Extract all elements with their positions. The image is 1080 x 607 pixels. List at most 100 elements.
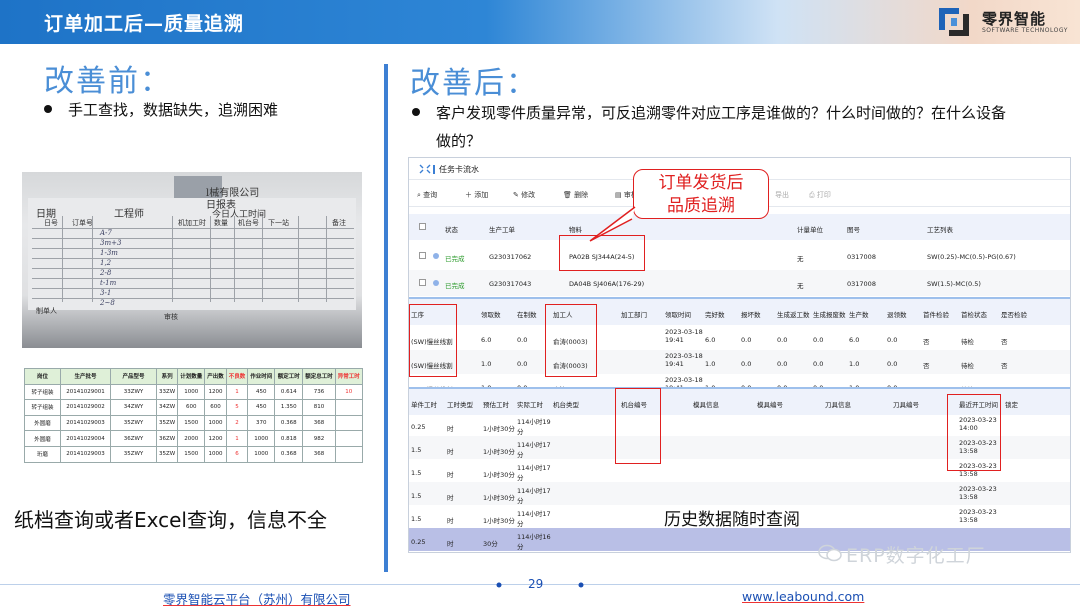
grid-cell: 6.0 <box>849 336 860 344</box>
highlight-box <box>409 304 457 377</box>
grid-cell: 0.0 <box>887 336 898 344</box>
excel-cell: 20141029003 <box>60 445 111 463</box>
grid-cell: 无 <box>797 282 804 290</box>
grid-cell: 0.0 <box>517 336 528 344</box>
photo-col-line <box>234 216 235 302</box>
print-button[interactable]: ⎙ 打印 <box>809 190 831 200</box>
excel-cell: 外圆磨 <box>24 414 61 432</box>
page-title: 订单加工后—质量追溯 <box>44 13 245 35</box>
footer-url[interactable]: www.leabound.com <box>742 589 864 604</box>
photo-col-line <box>262 216 263 302</box>
photo-col-line <box>210 216 211 302</box>
photo-reviewer: 审核 <box>164 313 178 321</box>
excel-cell: 34ZWY <box>110 399 157 416</box>
table-row[interactable]: (SW)慢丝线割1.00.0俞涛(0003)2023-03-18 19:411.… <box>409 350 1070 374</box>
paper-report-photo: l械有限公司 日报表 今日人工时间 日期 工程师 机加工时 数量 机台号 下一站… <box>22 172 362 348</box>
grid-cell: 领取数 <box>481 311 501 319</box>
table-row: 转子组装 20141029002 34ZWY 34ZW 600 600 5 450 1.350 8… <box>24 399 363 416</box>
excel-cell: 0.818 <box>274 430 304 447</box>
table-row[interactable]: 已完成 G230317043 DA04B SJ406A(176-29) 无 031700… <box>409 270 1070 296</box>
photo-col-line <box>172 216 173 302</box>
grid-cell: 锁定 <box>1005 401 1018 409</box>
excel-cell: 600 <box>204 399 227 416</box>
edit-button[interactable]: ✎ 修改 <box>513 190 535 200</box>
excel-header-cell: 产品型号 <box>110 368 157 385</box>
excel-cell: 810 <box>302 399 336 416</box>
before-heading: 改善前： <box>44 64 172 99</box>
table-row[interactable]: 已完成 G230317062 PA02B SJ344A(24-5) 无 0317008 S… <box>409 243 1070 269</box>
query-button[interactable]: ⌕ 查询 <box>417 190 437 200</box>
grid-cell: 0.0 <box>777 336 788 344</box>
row-checkbox[interactable] <box>419 252 426 259</box>
photo-handwriting: 2-8 <box>100 269 112 277</box>
grid-cell: 否 <box>1001 338 1008 346</box>
photo-col-remark: 备注 <box>332 219 346 227</box>
grid-cell: 0.0 <box>741 360 752 368</box>
grid-cell: 1.5 <box>411 515 422 523</box>
excel-cell: 外圆磨 <box>24 430 61 447</box>
excel-cell: 33ZW <box>155 383 179 401</box>
grid-cell: 机台类型 <box>553 401 579 409</box>
excel-cell: 34ZW <box>155 399 179 416</box>
header-bar: 订单加工后—质量追溯 零界智能 SOFTWARE TECHNOLOGY <box>0 0 1080 44</box>
status-dot-icon <box>433 253 439 259</box>
excel-cell: 35ZWY <box>110 414 157 432</box>
excel-cell: 0.368 <box>274 414 304 432</box>
excel-cell: 2000 <box>177 430 206 447</box>
grid-cell: SW(0.25)-MC(0.5)-PG(0.67) <box>927 253 1016 261</box>
expand-icon[interactable] <box>419 164 431 174</box>
grid-cell: 否 <box>923 362 930 370</box>
grid-cell: 无 <box>797 255 804 263</box>
grid-cell: 已完成 <box>445 255 465 263</box>
grid-cell: 114小时17分 <box>517 510 551 528</box>
table-row[interactable]: 1.5 时 1小时30分 114小时17分 2023-03-23 13:58 <box>409 482 1070 505</box>
grid-cell: 单件工时 <box>411 401 437 409</box>
row-checkbox[interactable] <box>419 279 426 286</box>
delete-button[interactable]: 🗑 删除 <box>563 190 588 200</box>
grid-cell: G230317062 <box>489 253 532 261</box>
grid-cell: 在制数 <box>517 311 537 319</box>
callout-pointer <box>589 206 636 242</box>
grid-cell: 114小时17分 <box>517 487 551 505</box>
excel-cell: 600 <box>177 399 206 416</box>
photo-row-line <box>32 228 354 229</box>
grid-cell: 2023-03-18 19:41 <box>665 328 703 344</box>
grid-cell: 1小时30分 <box>483 471 515 479</box>
excel-cell: 1200 <box>204 383 227 401</box>
after-bullet: 客户发现零件质量异常，可反追溯零件对应工序是谁做的？什么时间做的？在什么设备 做的… <box>412 99 1062 155</box>
before-caption: 纸档查询或者Excel查询，信息不全 <box>14 508 327 532</box>
excel-cell: 368 <box>302 445 336 463</box>
table-row: 珩磨 20141029003 35ZWY 35ZW 1500 1000 6 1000 0.368… <box>24 445 363 463</box>
excel-cell: 370 <box>247 414 276 432</box>
excel-cell: 0.368 <box>274 445 304 463</box>
grid-cell: 待检 <box>961 362 974 370</box>
grid-cell: 2023-03-23 13:58 <box>959 485 997 501</box>
table-row[interactable]: (SW)慢丝线割 6.0 0.0 俞涛(0003) 2023-03-18 19:41 6.… <box>409 326 1070 350</box>
grid-cell: 2023-03-23 13:58 <box>959 508 997 524</box>
photo-col2-b: 订单号 <box>72 219 93 227</box>
table-row[interactable]: 工序 领取数 在制数 加工人 加工部门 领取时间 完好数 报坏数 生成返工数 生成报废数 生产数 退领… <box>409 299 1070 325</box>
grid-cell: 30分 <box>483 540 498 548</box>
grid-cell: 0317008 <box>847 253 876 261</box>
after-heading: 改善后： <box>410 66 538 101</box>
select-all-checkbox[interactable] <box>419 223 426 230</box>
grid-cell: 完好数 <box>705 311 725 319</box>
highlight-box <box>947 394 1001 471</box>
highlight-box <box>545 304 597 377</box>
grid-cell: 时 <box>447 471 454 479</box>
excel-cell: 982 <box>302 430 336 447</box>
excel-cell: 珩磨 <box>24 445 61 463</box>
excel-cell: 20141029004 <box>60 430 111 447</box>
excel-header-row: 岗位 生产批号 产品型号 系列 计划数量 产出数 不良数 作业时间 额定工时 额定总工时 异常工时 <box>24 368 363 385</box>
grid-cell: 已完成 <box>445 282 465 290</box>
grid-cell: 工时类型 <box>447 401 473 409</box>
grid-cell: 是否检验 <box>1001 311 1027 319</box>
excel-header-cell: 生产批号 <box>60 368 111 385</box>
grid-cell: 0.0 <box>813 360 824 368</box>
photo-handwriting: 3m+3 <box>100 239 122 247</box>
grid-cell: 114小时19分 <box>517 418 551 436</box>
footer-company[interactable]: 零界智能云平台（苏州）有限公司 <box>163 589 351 607</box>
add-button[interactable]: ＋ 添加 <box>465 190 488 200</box>
export-button[interactable]: 导出 <box>775 190 789 200</box>
excel-cell: 1 <box>225 383 249 401</box>
